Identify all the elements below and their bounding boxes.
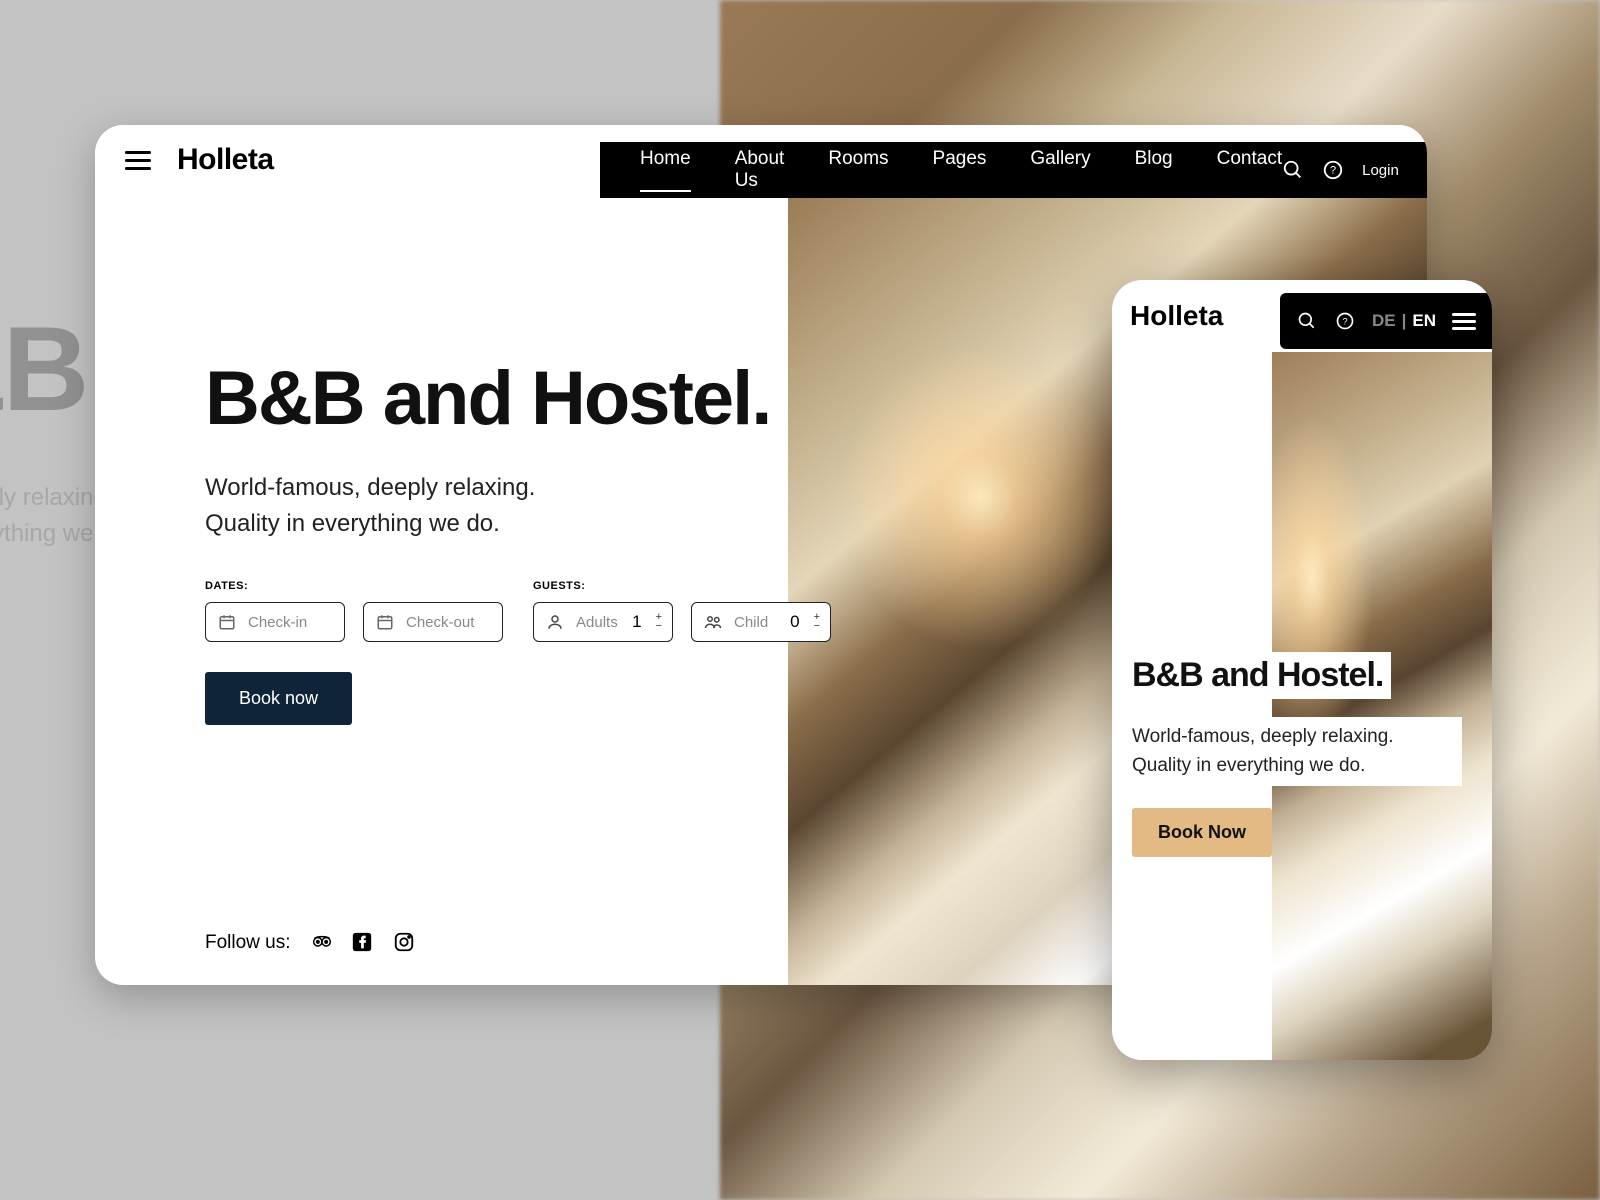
instagram-icon[interactable] — [393, 931, 417, 955]
help-icon[interactable]: ? — [1322, 159, 1344, 181]
nav-home[interactable]: Home — [640, 148, 691, 192]
guests-column: GUESTS: Adults 1 +− Child 0 +− — [533, 580, 831, 642]
dates-column: DATES: Check-in Check-out — [205, 580, 503, 642]
people-icon — [702, 611, 724, 633]
calendar-icon — [374, 611, 396, 633]
nav-blog[interactable]: Blog — [1135, 148, 1173, 192]
svg-text:?: ? — [1342, 316, 1347, 326]
follow-label: Follow us: — [205, 932, 291, 954]
nav-items: Home About Us Rooms Pages Gallery Blog C… — [640, 148, 1282, 192]
child-field[interactable]: Child 0 +− — [691, 602, 831, 642]
follow-us: Follow us: — [205, 931, 417, 955]
nav-right: ? Login DE | EN — [1282, 159, 1427, 181]
nav-rooms[interactable]: Rooms — [828, 148, 888, 192]
checkin-field[interactable]: Check-in — [205, 602, 345, 642]
hero-title: B&B and Hostel. — [205, 355, 782, 442]
lang-de[interactable]: DE — [1372, 311, 1396, 331]
mobile-hero: B&B and Hostel. World-famous, deeply rel… — [1112, 352, 1492, 857]
mobile-topbar: ? DE | EN — [1280, 293, 1492, 349]
svg-text:?: ? — [1330, 165, 1336, 177]
adults-label: Adults — [576, 614, 618, 631]
dates-label: DATES: — [205, 580, 503, 592]
calendar-icon — [216, 611, 238, 633]
hamburger-icon[interactable] — [125, 151, 151, 170]
hamburger-icon[interactable] — [1452, 313, 1476, 330]
guests-label: GUESTS: — [533, 580, 831, 592]
nav-gallery[interactable]: Gallery — [1030, 148, 1090, 192]
mobile-hero-title: B&B and Hostel. — [1132, 652, 1391, 699]
adults-field[interactable]: Adults 1 +− — [533, 602, 673, 642]
mobile-book-button[interactable]: Book Now — [1132, 808, 1272, 857]
main-navbar: Home About Us Rooms Pages Gallery Blog C… — [600, 142, 1427, 198]
mobile-mockup: Holleta ? DE | EN B&B and Hostel. World-… — [1112, 280, 1492, 1060]
login-link[interactable]: Login — [1362, 162, 1399, 179]
checkout-placeholder: Check-out — [406, 614, 474, 631]
adults-value: 1 — [632, 612, 641, 632]
brand-logo[interactable]: Holleta — [177, 143, 274, 177]
facebook-icon[interactable] — [351, 931, 375, 955]
child-value: 0 — [790, 612, 799, 632]
hero-subtitle: World-famous, deeply relaxing. Quality i… — [205, 470, 585, 542]
mobile-language-switcher: DE | EN — [1372, 311, 1436, 331]
mobile-brand-logo[interactable]: Holleta — [1130, 300, 1223, 332]
nav-contact[interactable]: Contact — [1217, 148, 1282, 192]
book-now-button[interactable]: Book now — [205, 672, 352, 725]
help-icon[interactable]: ? — [1334, 310, 1356, 332]
bg-big-text: &B — [0, 300, 85, 438]
nav-about[interactable]: About Us — [735, 148, 785, 192]
tripadvisor-icon[interactable] — [309, 931, 333, 955]
adults-stepper[interactable]: +− — [656, 613, 662, 631]
checkin-placeholder: Check-in — [248, 614, 307, 631]
mobile-hero-subtitle: World-famous, deeply relaxing. Quality i… — [1132, 717, 1462, 786]
checkout-field[interactable]: Check-out — [363, 602, 503, 642]
search-icon[interactable] — [1282, 159, 1304, 181]
lang-en[interactable]: EN — [1412, 311, 1436, 331]
nav-pages[interactable]: Pages — [933, 148, 987, 192]
child-stepper[interactable]: +− — [814, 613, 820, 631]
lang-separator: | — [1402, 311, 1407, 331]
search-icon[interactable] — [1296, 310, 1318, 332]
child-label: Child — [734, 614, 768, 631]
person-icon — [544, 611, 566, 633]
